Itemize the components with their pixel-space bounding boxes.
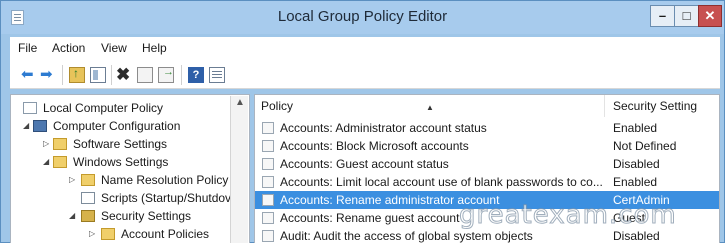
computer-icon [33, 120, 47, 132]
tree-item-label: Local Computer Policy [43, 101, 164, 115]
policy-setting-icon [262, 212, 274, 224]
policy-setting-value: Not Defined [613, 139, 677, 153]
properties-icon[interactable] [137, 67, 153, 83]
script-icon [81, 192, 95, 204]
toolbar-separator [62, 65, 63, 85]
app-window: Local Group Policy Editor – □ ✕ File Act… [0, 0, 725, 243]
column-header-security-setting[interactable]: Security Setting [607, 95, 719, 117]
policy-setting-value: Enabled [613, 121, 658, 135]
column-header-label: Policy [261, 99, 294, 113]
policy-row[interactable]: Accounts: Limit local account use of bla… [255, 173, 719, 191]
tree-scrollbar[interactable]: ▲ [230, 96, 248, 243]
policy-setting-icon [262, 122, 274, 134]
console-tree[interactable]: Local Computer Policy ◢ Computer Configu… [10, 94, 250, 243]
policy-setting-icon [262, 140, 274, 152]
tree-item-label: Computer Configuration [53, 119, 181, 133]
menu-file[interactable]: File [18, 41, 37, 55]
menu-view[interactable]: View [101, 41, 127, 55]
policy-setting-icon [262, 176, 274, 188]
policy-row[interactable]: Accounts: Guest account status Disabled [255, 155, 719, 173]
folder-icon [81, 174, 95, 186]
expand-icon[interactable]: ▷ [69, 171, 75, 189]
collapse-icon[interactable]: ◢ [43, 153, 49, 171]
up-one-level-icon[interactable] [69, 66, 85, 83]
expand-icon[interactable]: ▷ [43, 135, 49, 153]
policy-setting-value: Enabled [613, 175, 658, 189]
policy-name: Accounts: Rename guest account [280, 211, 460, 225]
export-list-icon[interactable] [158, 66, 174, 83]
policy-name: Accounts: Block Microsoft accounts [280, 139, 469, 153]
sort-ascending-icon: ▲ [426, 103, 434, 112]
folder-icon [53, 138, 67, 150]
collapse-icon[interactable]: ◢ [69, 207, 75, 225]
title-bar[interactable]: Local Group Policy Editor – □ ✕ [1, 1, 724, 34]
toolbar-separator [111, 65, 112, 85]
policy-setting-icon [262, 158, 274, 170]
delete-icon[interactable]: ✖ [116, 66, 132, 83]
policy-row[interactable]: Accounts: Administrator account status E… [255, 119, 719, 137]
menu-help[interactable]: Help [142, 41, 167, 55]
help-icon[interactable]: ? [188, 67, 204, 83]
show-hide-tree-icon[interactable] [90, 67, 106, 83]
security-icon [81, 210, 95, 222]
forward-icon[interactable]: ➡ [40, 67, 56, 83]
tree-item-label: Windows Settings [73, 155, 169, 169]
policy-icon [23, 102, 37, 114]
back-icon[interactable]: ⬅ [21, 67, 37, 83]
policy-name: Accounts: Guest account status [280, 157, 449, 171]
policy-setting-icon [262, 230, 274, 242]
policy-name: Accounts: Limit local account use of bla… [280, 175, 603, 189]
window-title: Local Group Policy Editor [277, 8, 448, 25]
policy-setting-value: Disabled [613, 157, 660, 171]
scroll-up-icon[interactable]: ▲ [235, 97, 245, 108]
toolbar: ⬅ ➡ ✖ ? [10, 59, 720, 89]
collapse-icon[interactable]: ◢ [23, 117, 29, 135]
folder-icon [53, 156, 67, 168]
toolbar-separator [181, 65, 182, 85]
tree-item-label: Account Policies [121, 227, 210, 241]
tree-item-label: Security Settings [101, 209, 192, 223]
expand-icon[interactable]: ▷ [89, 225, 95, 243]
minimize-button[interactable]: – [650, 5, 675, 27]
close-button[interactable]: ✕ [698, 5, 722, 27]
view-icon[interactable] [209, 67, 225, 83]
policy-setting-icon [262, 194, 274, 206]
menu-action[interactable]: Action [52, 41, 85, 55]
tree-item-label: Scripts (Startup/Shutdov [101, 191, 232, 205]
policy-row[interactable]: Accounts: Block Microsoft accounts Not D… [255, 137, 719, 155]
tree-item-label: Name Resolution Policy [101, 173, 229, 187]
watermark: greatexam.com [459, 200, 677, 231]
menu-bar: File Action View Help [10, 37, 720, 59]
policy-name: Accounts: Administrator account status [280, 121, 487, 135]
maximize-button[interactable]: □ [674, 5, 699, 27]
folder-icon [101, 228, 115, 240]
column-header-policy[interactable]: Policy ▲ [255, 95, 605, 117]
tree-item-label: Software Settings [73, 137, 168, 151]
